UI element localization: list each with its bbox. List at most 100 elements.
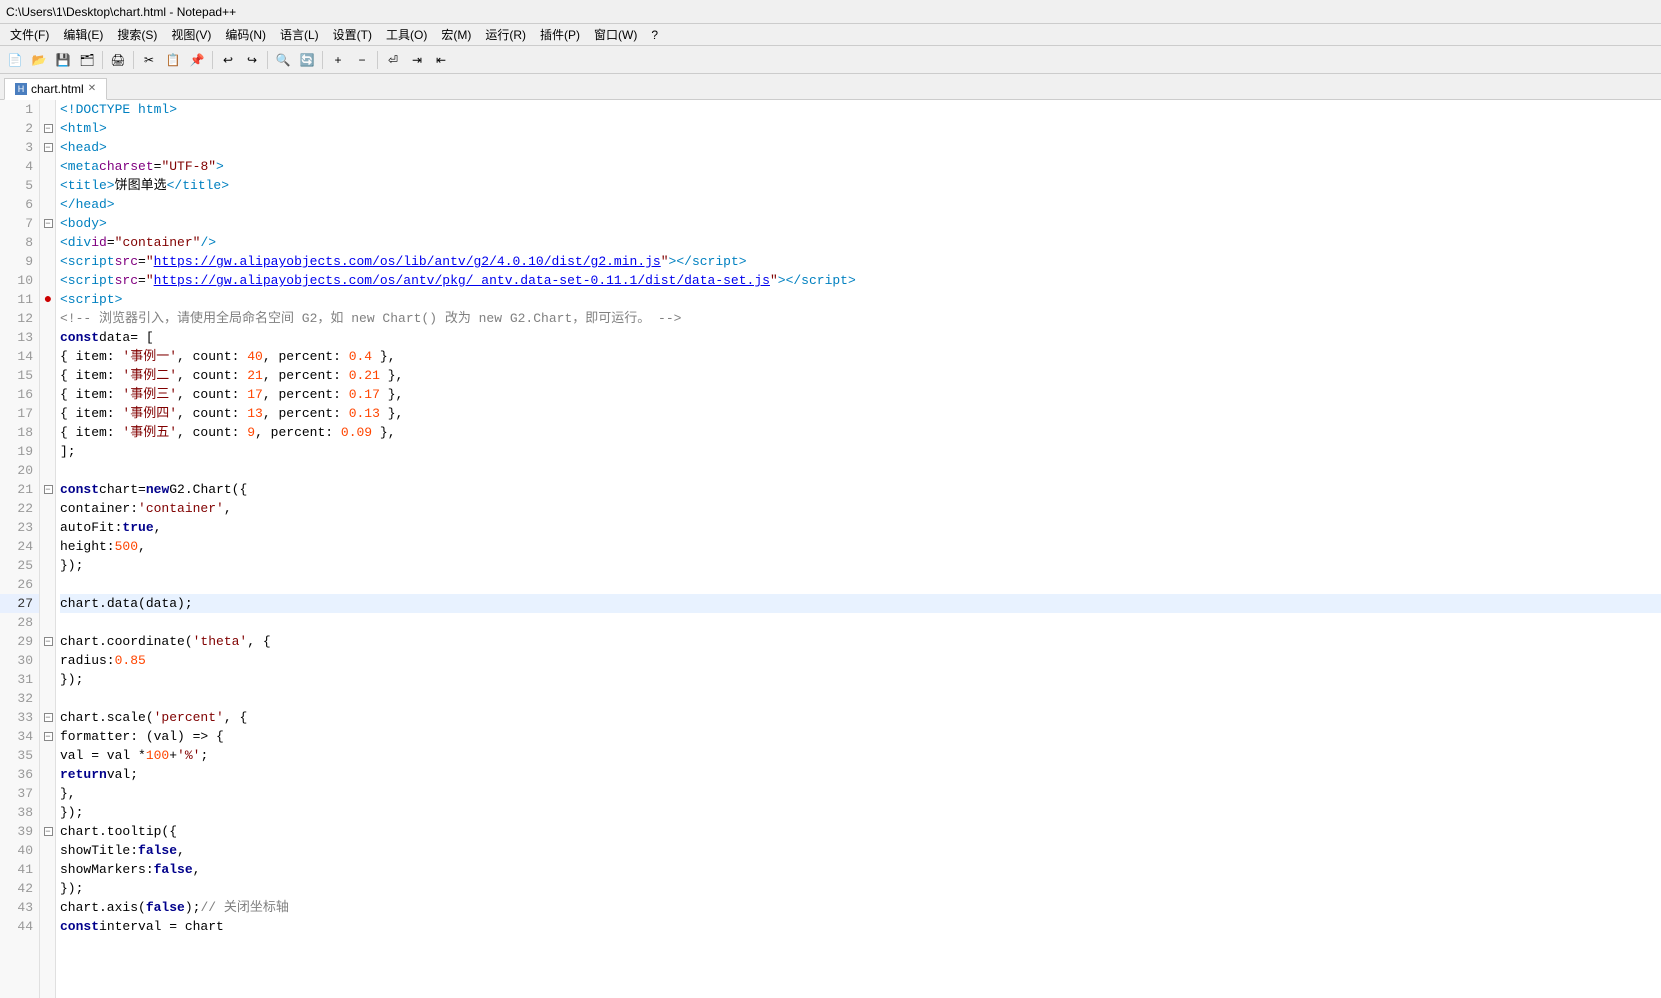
fold-button bbox=[40, 841, 56, 860]
menu-macro[interactable]: 宏(M) bbox=[435, 25, 477, 44]
fold-button[interactable]: − bbox=[40, 822, 56, 841]
fold-button bbox=[40, 784, 56, 803]
find-button[interactable]: 🔍 bbox=[272, 49, 294, 71]
line-number: 28 bbox=[0, 613, 39, 632]
menu-plugins[interactable]: 插件(P) bbox=[534, 25, 586, 44]
fold-button bbox=[40, 347, 56, 366]
code-line: <html> bbox=[60, 119, 1661, 138]
fold-button bbox=[40, 176, 56, 195]
line-number: 11 bbox=[0, 290, 39, 309]
print-button[interactable]: 🖨 bbox=[107, 49, 129, 71]
line-number: 44 bbox=[0, 917, 39, 936]
line-number: 4 bbox=[0, 157, 39, 176]
code-line: </head> bbox=[60, 195, 1661, 214]
code-line bbox=[60, 575, 1661, 594]
cut-button[interactable]: ✂ bbox=[138, 49, 160, 71]
tab-label: chart.html bbox=[31, 82, 84, 96]
fold-button[interactable]: − bbox=[40, 480, 56, 499]
code-content[interactable]: <!DOCTYPE html> <html> <head> <meta char… bbox=[56, 100, 1661, 998]
open-button[interactable]: 📂 bbox=[28, 49, 50, 71]
fold-button[interactable]: − bbox=[40, 119, 56, 138]
fold-button bbox=[40, 271, 56, 290]
fold-button bbox=[40, 499, 56, 518]
zoom-in-button[interactable]: + bbox=[327, 49, 349, 71]
menu-encode[interactable]: 编码(N) bbox=[219, 25, 272, 44]
save-all-button[interactable]: 🗂 bbox=[76, 49, 98, 71]
line-number: 19 bbox=[0, 442, 39, 461]
fold-button[interactable]: − bbox=[40, 632, 56, 651]
fold-button bbox=[40, 461, 56, 480]
fold-button bbox=[40, 404, 56, 423]
tab-chart-html[interactable]: H chart.html ✕ bbox=[4, 78, 107, 100]
menu-settings[interactable]: 设置(T) bbox=[327, 25, 378, 44]
line-number: 42 bbox=[0, 879, 39, 898]
menu-tools[interactable]: 工具(O) bbox=[380, 25, 433, 44]
code-line: <script> bbox=[60, 290, 1661, 309]
code-line: val = val * 100 + '%'; bbox=[60, 746, 1661, 765]
fold-button[interactable]: − bbox=[40, 708, 56, 727]
line-number: 21 bbox=[0, 480, 39, 499]
menu-help[interactable]: ? bbox=[645, 27, 664, 43]
replace-button[interactable]: 🔄 bbox=[296, 49, 318, 71]
line-number: 29 bbox=[0, 632, 39, 651]
fold-button bbox=[40, 537, 56, 556]
fold-button bbox=[40, 442, 56, 461]
code-line bbox=[60, 461, 1661, 480]
menu-bar: 文件(F) 编辑(E) 搜索(S) 视图(V) 编码(N) 语言(L) 设置(T… bbox=[0, 24, 1661, 46]
line-number: 18 bbox=[0, 423, 39, 442]
menu-run[interactable]: 运行(R) bbox=[479, 25, 532, 44]
code-line: { item: '事例一', count: 40, percent: 0.4 }… bbox=[60, 347, 1661, 366]
copy-button[interactable]: 📋 bbox=[162, 49, 184, 71]
menu-file[interactable]: 文件(F) bbox=[4, 25, 55, 44]
fold-button bbox=[40, 575, 56, 594]
title-bar: C:\Users\1\Desktop\chart.html - Notepad+… bbox=[0, 0, 1661, 24]
sep1 bbox=[102, 51, 103, 69]
sep5 bbox=[322, 51, 323, 69]
undo-button[interactable]: ↩ bbox=[217, 49, 239, 71]
line-number: 6 bbox=[0, 195, 39, 214]
code-line: const data = [ bbox=[60, 328, 1661, 347]
unindent-button[interactable]: ⇤ bbox=[430, 49, 452, 71]
code-line: const chart = new G2.Chart({ bbox=[60, 480, 1661, 499]
paste-button[interactable]: 📌 bbox=[186, 49, 208, 71]
menu-view[interactable]: 视图(V) bbox=[165, 25, 217, 44]
line-number: 16 bbox=[0, 385, 39, 404]
fold-button bbox=[40, 746, 56, 765]
line-number: 35 bbox=[0, 746, 39, 765]
redo-button[interactable]: ↪ bbox=[241, 49, 263, 71]
code-line: <script src="https://gw.alipayobjects.co… bbox=[60, 252, 1661, 271]
code-line: }); bbox=[60, 670, 1661, 689]
sep3 bbox=[212, 51, 213, 69]
save-button[interactable]: 💾 bbox=[52, 49, 74, 71]
line-number: 34 bbox=[0, 727, 39, 746]
code-line: autoFit: true, bbox=[60, 518, 1661, 537]
code-line: <meta charset="UTF-8"> bbox=[60, 157, 1661, 176]
menu-language[interactable]: 语言(L) bbox=[274, 25, 325, 44]
line-numbers: 1234567891011121314151617181920212223242… bbox=[0, 100, 40, 998]
code-line: { item: '事例四', count: 13, percent: 0.13 … bbox=[60, 404, 1661, 423]
fold-button bbox=[40, 917, 56, 936]
fold-button[interactable]: ● bbox=[40, 290, 56, 309]
line-number: 24 bbox=[0, 537, 39, 556]
code-line: chart.tooltip({ bbox=[60, 822, 1661, 841]
line-number: 7 bbox=[0, 214, 39, 233]
menu-search[interactable]: 搜索(S) bbox=[111, 25, 163, 44]
fold-button[interactable]: − bbox=[40, 727, 56, 746]
wrap-button[interactable]: ⏎ bbox=[382, 49, 404, 71]
code-line: chart.coordinate('theta', { bbox=[60, 632, 1661, 651]
line-number: 13 bbox=[0, 328, 39, 347]
line-number: 25 bbox=[0, 556, 39, 575]
line-number: 26 bbox=[0, 575, 39, 594]
fold-button[interactable]: − bbox=[40, 138, 56, 157]
sep4 bbox=[267, 51, 268, 69]
fold-button bbox=[40, 879, 56, 898]
line-number: 17 bbox=[0, 404, 39, 423]
new-button[interactable]: 📄 bbox=[4, 49, 26, 71]
menu-edit[interactable]: 编辑(E) bbox=[57, 25, 109, 44]
fold-button[interactable]: − bbox=[40, 214, 56, 233]
tab-close-button[interactable]: ✕ bbox=[88, 84, 96, 94]
fold-button bbox=[40, 803, 56, 822]
zoom-out-button[interactable]: − bbox=[351, 49, 373, 71]
indent-button[interactable]: ⇥ bbox=[406, 49, 428, 71]
menu-window[interactable]: 窗口(W) bbox=[588, 25, 643, 44]
